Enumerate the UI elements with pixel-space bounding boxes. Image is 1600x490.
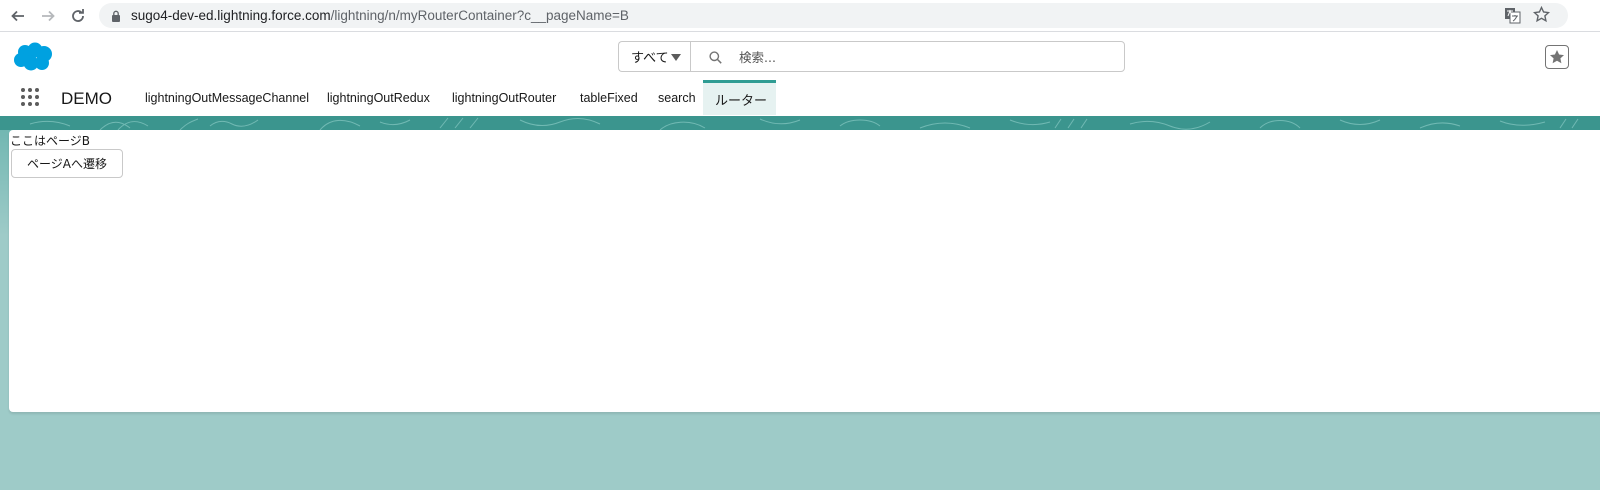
url-host: sugo4-dev-ed.lightning.force.com [131, 8, 331, 23]
browser-toolbar: sugo4-dev-ed.lightning.force.com/lightni… [0, 0, 1600, 32]
translate-icon[interactable] [1504, 7, 1521, 24]
bookmark-star-icon[interactable] [1533, 6, 1550, 23]
arrow-right-icon [42, 10, 55, 22]
search-scope-label: すべて [631, 51, 669, 66]
tab-router[interactable]: ルーター [703, 80, 776, 115]
global-search-box[interactable] [690, 41, 1125, 72]
star-icon [1550, 50, 1564, 64]
tab-lightningoutmessagechannel[interactable]: lightningOutMessageChannel [133, 80, 321, 115]
favorites-button[interactable] [1545, 45, 1569, 69]
page-content-card: ここはページB ページAへ遷移 [9, 130, 1600, 412]
app-name: DEMO [61, 89, 112, 108]
tab-search[interactable]: search [646, 80, 708, 115]
chevron-down-icon [671, 54, 681, 61]
back-button[interactable] [6, 4, 30, 28]
global-header: すべて [0, 33, 1600, 81]
forward-button[interactable] [36, 4, 60, 28]
search-input[interactable] [739, 48, 1109, 66]
lock-icon [112, 10, 120, 22]
arrow-left-icon [11, 10, 24, 22]
url-text: sugo4-dev-ed.lightning.force.com/lightni… [131, 8, 629, 23]
background-pattern [29, 117, 1579, 130]
app-launcher-icon[interactable] [20, 87, 40, 107]
page-label: ここはページB [10, 134, 90, 148]
address-bar[interactable]: sugo4-dev-ed.lightning.force.com/lightni… [99, 3, 1568, 28]
url-path: /lightning/n/myRouterContainer?c__pageNa… [330, 8, 629, 23]
search-icon [709, 51, 722, 64]
navigate-to-page-a-button[interactable]: ページAへ遷移 [11, 149, 123, 178]
reload-button[interactable] [66, 4, 90, 28]
search-scope-select[interactable]: すべて [618, 41, 691, 72]
app-navigation-bar: DEMO lightningOutMessageChannel lightnin… [0, 79, 1600, 116]
tab-tablefixed[interactable]: tableFixed [568, 80, 650, 115]
tab-lightningoutredux[interactable]: lightningOutRedux [315, 80, 442, 115]
tab-lightningoutrouter[interactable]: lightningOutRouter [440, 80, 568, 115]
reload-icon [72, 9, 84, 22]
salesforce-logo[interactable] [12, 42, 54, 72]
